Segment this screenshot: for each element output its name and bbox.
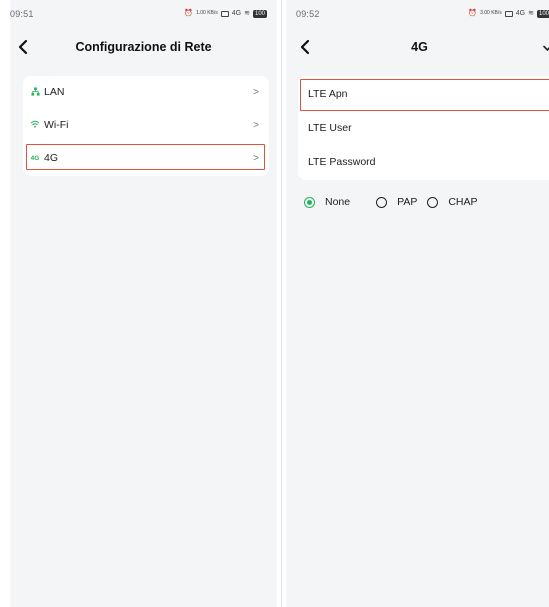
lte-password-row: LTE Password: [298, 146, 549, 178]
network-menu-card: LAN > Wi-Fi > 4G 4G >: [23, 76, 269, 176]
wifi-status-icon: ≋: [244, 10, 250, 17]
net-speed-indicator: 3.00 KB/s: [480, 10, 502, 16]
chevron-right-icon: >: [253, 119, 259, 131]
lte-password-label: LTE Password: [308, 156, 376, 168]
lte-user-row: LTE User: [298, 112, 549, 144]
menu-item-wifi[interactable]: Wi-Fi >: [23, 109, 269, 141]
network-type-indicator: 4G: [231, 10, 242, 17]
page-title: Configurazione di Rete: [75, 40, 212, 54]
wifi-icon: [30, 120, 40, 130]
radio-unselected-icon: [376, 196, 388, 208]
status-icons: ⏰ 3.00 KB/s 4G ≋ 100: [468, 9, 549, 18]
lte-password-input[interactable]: [378, 152, 549, 172]
radio-label: None: [325, 196, 351, 208]
status-time: 09:51: [10, 9, 34, 19]
wifi-status-icon: ≋: [528, 10, 534, 17]
confirm-check-icon[interactable]: [541, 38, 549, 54]
4g-config-screen: 09:52 ⏰ 3.00 KB/s 4G ≋ 100 4G LTE Apn LT…: [286, 0, 549, 607]
network-config-screen: 09:51 ⏰ 1.00 KB/s 4G ≋ 100 Configurazion…: [10, 0, 277, 607]
radio-label: PAP: [397, 196, 418, 208]
page-title: 4G: [411, 40, 428, 54]
alarm-icon: ⏰: [468, 10, 478, 17]
alarm-icon: ⏰: [184, 10, 194, 17]
radio-selected-icon: [304, 196, 315, 208]
net-speed-indicator: 1.00 KB/s: [196, 10, 218, 16]
lte-fields-card: LTE Apn LTE User LTE Password: [298, 76, 549, 180]
screenshot-stage: 09:51 ⏰ 1.00 KB/s 4G ≋ 100 Configurazion…: [0, 0, 549, 607]
chevron-right-icon: >: [253, 86, 259, 98]
auth-type-radio-group: None PAP CHAP: [304, 196, 488, 208]
navigation-bar: 4G: [286, 34, 549, 62]
radio-unselected-icon: [427, 196, 439, 208]
panel-divider: [281, 0, 282, 607]
status-bar: 09:52 ⏰ 3.00 KB/s 4G ≋ 100: [286, 0, 549, 26]
battery-indicator: 100: [536, 9, 549, 18]
cast-icon: [504, 10, 513, 17]
status-time: 09:52: [296, 9, 320, 19]
menu-item-lan[interactable]: LAN >: [23, 76, 269, 108]
cast-icon: [220, 10, 229, 17]
status-bar: 09:51 ⏰ 1.00 KB/s 4G ≋ 100: [10, 0, 277, 26]
highlight-box: [300, 79, 549, 111]
lte-user-input[interactable]: [378, 118, 549, 138]
radio-label: CHAP: [448, 196, 478, 208]
menu-item-label: LAN: [44, 86, 65, 98]
battery-indicator: 100: [252, 9, 267, 18]
highlight-box: [26, 144, 265, 170]
radio-chap[interactable]: CHAP: [427, 196, 478, 208]
network-type-indicator: 4G: [515, 10, 526, 17]
navigation-bar: Configurazione di Rete: [10, 34, 277, 62]
status-icons: ⏰ 1.00 KB/s 4G ≋ 100: [184, 9, 267, 18]
lan-icon: [30, 86, 40, 98]
menu-item-label: Wi-Fi: [44, 119, 69, 131]
lte-user-label: LTE User: [308, 122, 352, 134]
radio-pap[interactable]: PAP: [376, 196, 417, 208]
radio-none[interactable]: None: [304, 196, 366, 208]
